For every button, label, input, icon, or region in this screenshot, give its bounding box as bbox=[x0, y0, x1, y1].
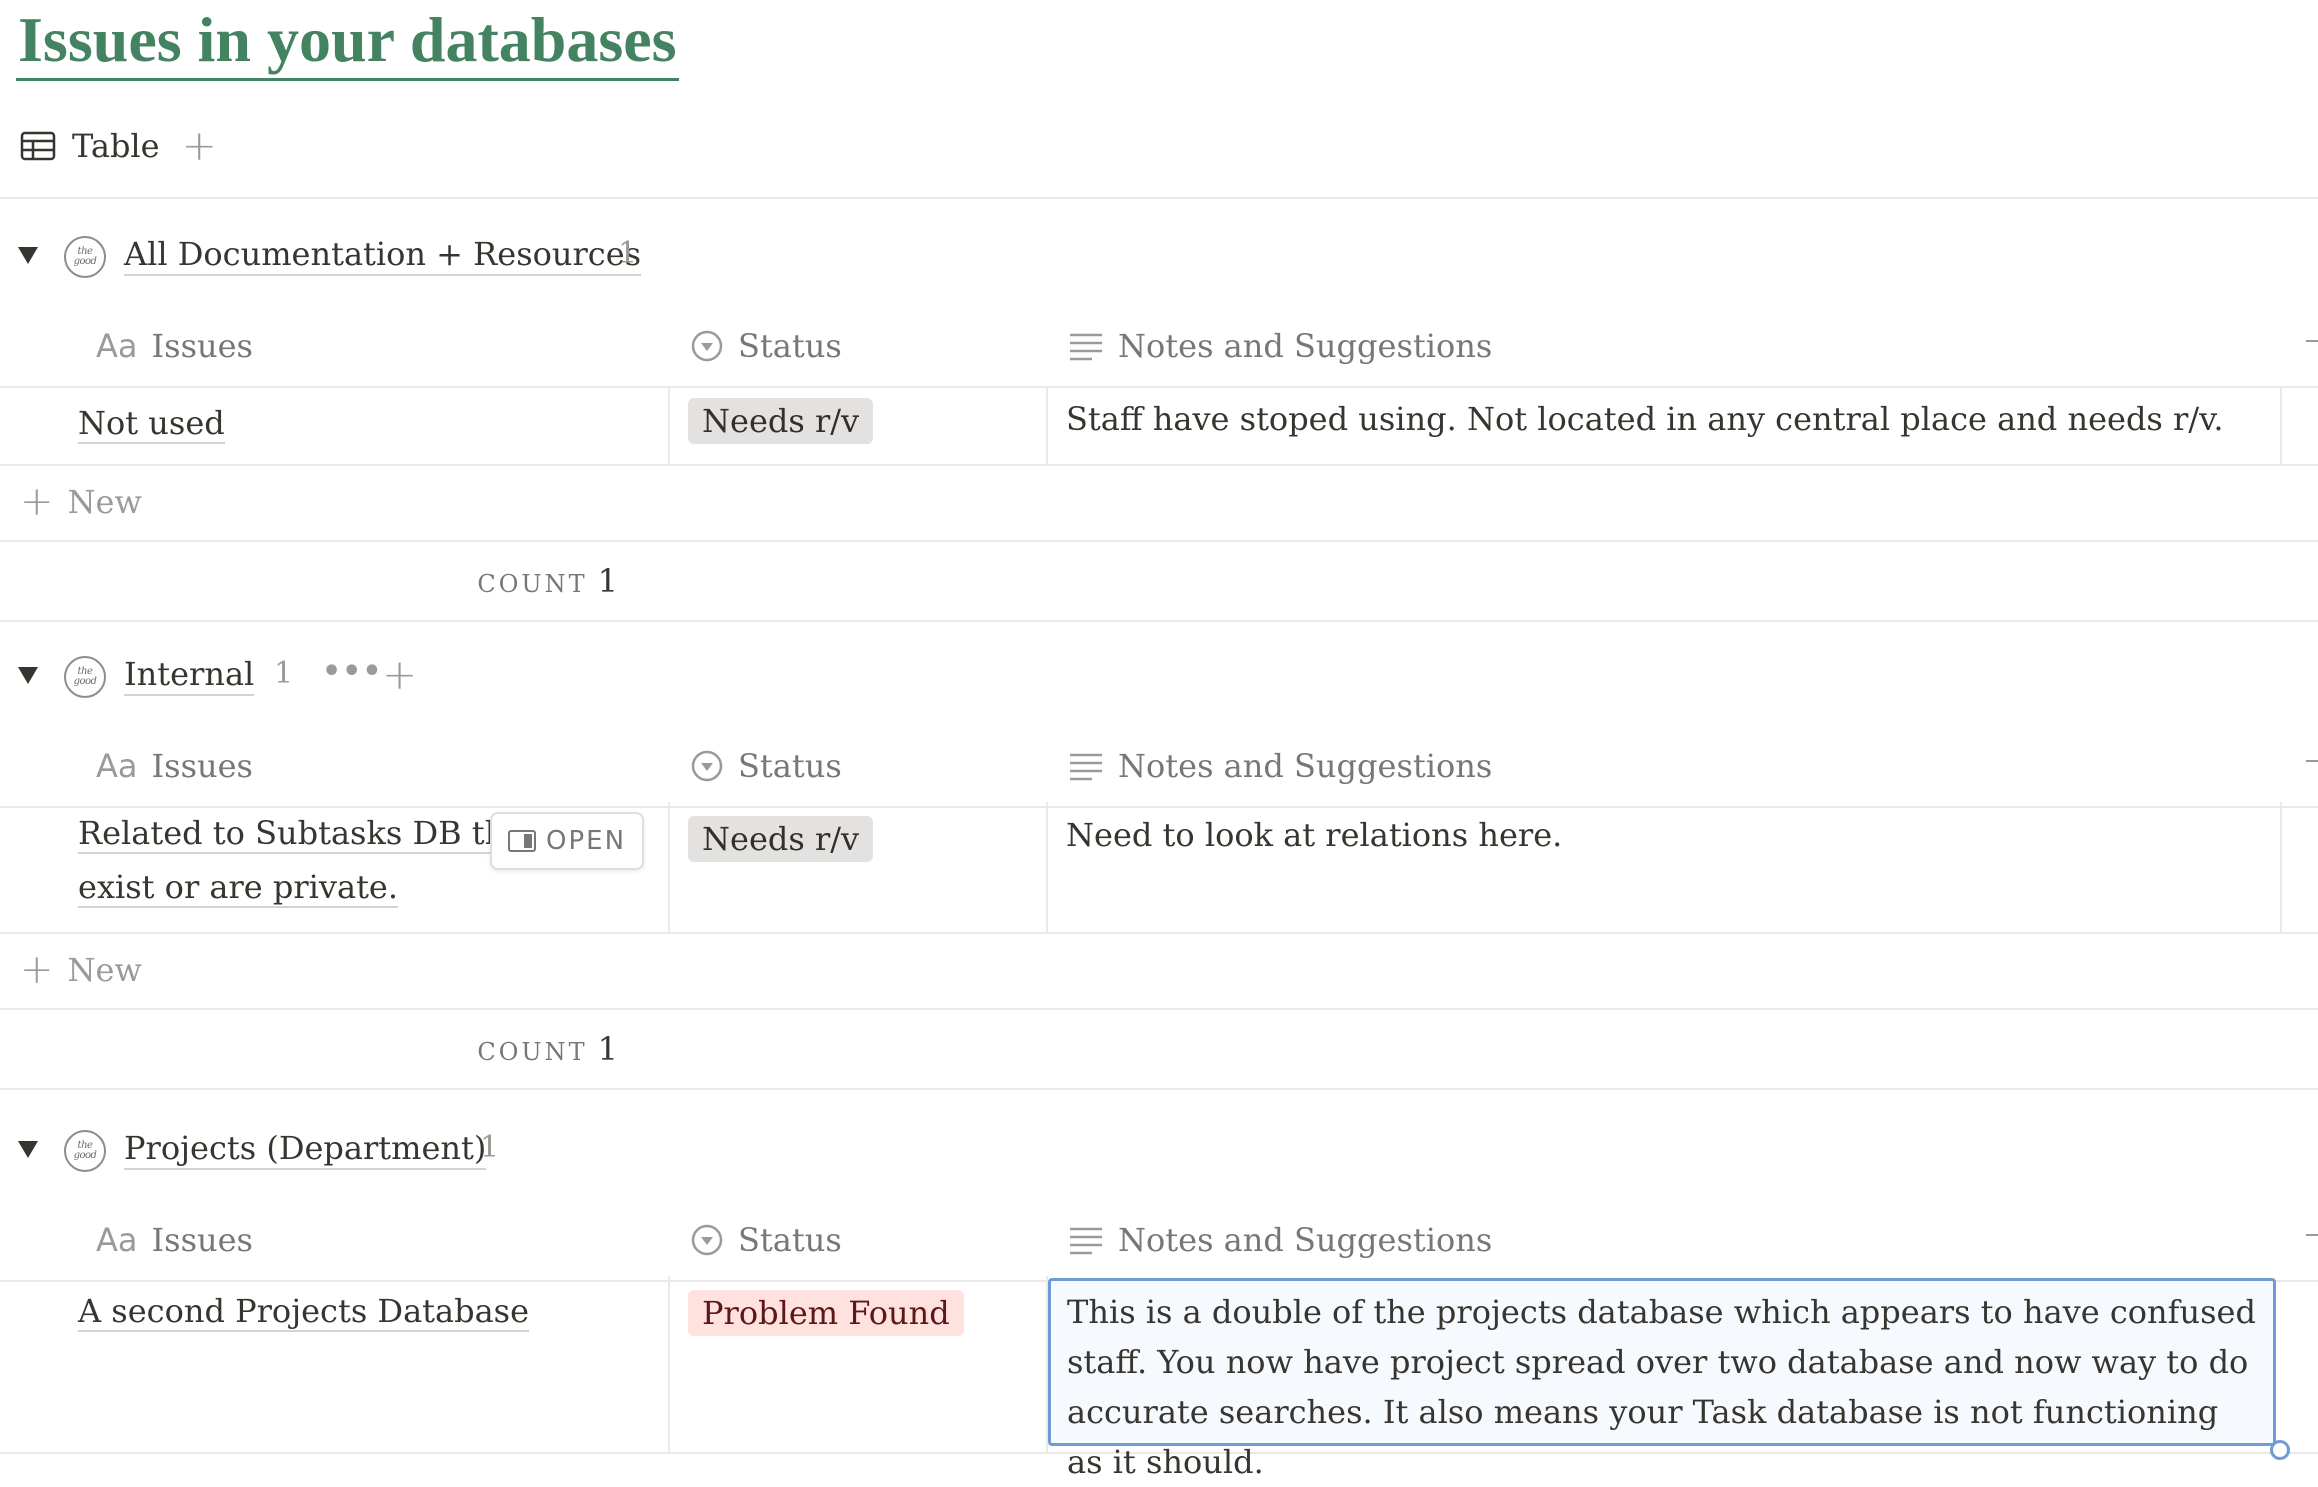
divider bbox=[0, 197, 2318, 199]
group-name[interactable]: Internal bbox=[124, 654, 255, 696]
triangle-down-icon[interactable] bbox=[18, 667, 38, 684]
new-row-button[interactable]: + New bbox=[0, 464, 2318, 542]
new-row-label: New bbox=[67, 483, 142, 521]
count-value: 1 bbox=[597, 562, 618, 600]
open-button[interactable]: OPEN bbox=[490, 812, 645, 870]
issue-title-line2[interactable]: exist or are private. bbox=[78, 868, 399, 908]
column-header-issues[interactable]: Aa Issues bbox=[96, 726, 253, 806]
column-edge bbox=[2306, 760, 2318, 762]
column-header-issues[interactable]: Aa Issues bbox=[96, 306, 253, 386]
group-header: the good Internal 1 ••• + bbox=[0, 648, 2318, 708]
new-row-label: New bbox=[67, 951, 142, 989]
table-header: Aa Issues Status Notes and Suggestions bbox=[0, 1200, 2318, 1282]
column-header-notes[interactable]: Notes and Suggestions bbox=[1068, 1200, 1492, 1280]
text-lines-icon bbox=[1070, 1227, 1102, 1255]
group-count: 1 bbox=[480, 1130, 500, 1165]
count-row[interactable]: COUNT 1 bbox=[0, 540, 2318, 622]
table-header: Aa Issues Status Notes and Suggestions bbox=[0, 726, 2318, 808]
text-lines-icon bbox=[1070, 753, 1102, 781]
table-row[interactable]: Related to Subtasks DB that d exist or a… bbox=[0, 802, 2318, 934]
group-name[interactable]: All Documentation + Resources bbox=[124, 234, 642, 276]
column-label: Issues bbox=[151, 747, 253, 785]
new-row-button[interactable]: + New bbox=[0, 932, 2318, 1010]
more-options-button[interactable]: ••• bbox=[322, 654, 383, 689]
table-row[interactable]: Not used Needs r/v Staff have stoped usi… bbox=[0, 386, 2318, 466]
column-divider bbox=[1046, 802, 1048, 932]
column-label: Notes and Suggestions bbox=[1118, 327, 1493, 365]
column-header-notes[interactable]: Notes and Suggestions bbox=[1068, 726, 1492, 806]
text-type-icon: Aa bbox=[96, 747, 138, 785]
add-view-button[interactable]: + bbox=[182, 125, 217, 167]
notes-cell[interactable]: Need to look at relations here. bbox=[1066, 810, 2266, 860]
view-bar: Table + bbox=[20, 118, 217, 174]
notes-cell-editing[interactable]: This is a double of the projects databas… bbox=[1048, 1278, 2276, 1481]
resize-handle[interactable] bbox=[2270, 1440, 2290, 1460]
group-header: the good All Documentation + Resources 1 bbox=[0, 228, 2318, 288]
plus-icon: + bbox=[20, 479, 54, 525]
column-divider bbox=[1046, 386, 1048, 464]
status-icon bbox=[691, 1224, 723, 1256]
column-header-status[interactable]: Status bbox=[690, 1200, 842, 1280]
thegood-logo-icon: the good bbox=[64, 236, 106, 278]
side-peek-icon bbox=[508, 830, 536, 852]
column-header-status[interactable]: Status bbox=[690, 306, 842, 386]
text-type-icon: Aa bbox=[96, 1221, 138, 1259]
notes-cell-text[interactable]: This is a double of the projects databas… bbox=[1067, 1287, 2263, 1487]
group-count: 1 bbox=[274, 656, 294, 691]
tab-table[interactable]: Table bbox=[20, 127, 160, 165]
triangle-down-icon[interactable] bbox=[18, 247, 38, 264]
column-divider bbox=[668, 386, 670, 464]
status-badge[interactable]: Needs r/v bbox=[688, 816, 874, 862]
table-header: Aa Issues Status Notes and Suggestions bbox=[0, 306, 2318, 388]
count-value: 1 bbox=[597, 1030, 618, 1068]
plus-icon: + bbox=[20, 947, 54, 993]
count-calculation[interactable]: COUNT 1 bbox=[477, 562, 618, 600]
column-edge bbox=[2306, 340, 2318, 342]
page-title[interactable]: Issues in your databases bbox=[16, 2, 679, 81]
tab-table-label: Table bbox=[72, 127, 160, 165]
column-divider bbox=[668, 1276, 670, 1452]
status-badge[interactable]: Problem Found bbox=[688, 1290, 964, 1336]
count-row[interactable]: COUNT 1 bbox=[0, 1008, 2318, 1090]
status-icon bbox=[691, 330, 723, 362]
group-header: the good Projects (Department) 1 bbox=[0, 1122, 2318, 1182]
column-header-issues[interactable]: Aa Issues bbox=[96, 1200, 253, 1280]
column-divider bbox=[668, 802, 670, 932]
count-label: COUNT bbox=[477, 570, 588, 598]
issue-cell[interactable]: Not used bbox=[78, 396, 658, 450]
notes-cell[interactable]: Staff have stoped using. Not located in … bbox=[1066, 394, 2266, 444]
column-label: Status bbox=[738, 747, 842, 785]
column-header-status[interactable]: Status bbox=[690, 726, 842, 806]
issue-title[interactable]: Not used bbox=[78, 404, 225, 444]
add-row-button[interactable]: + bbox=[382, 650, 417, 699]
group-name[interactable]: Projects (Department) bbox=[124, 1128, 487, 1170]
text-lines-icon bbox=[1070, 333, 1102, 361]
status-badge[interactable]: Needs r/v bbox=[688, 398, 874, 444]
column-header-notes[interactable]: Notes and Suggestions bbox=[1068, 306, 1492, 386]
column-divider bbox=[2280, 802, 2282, 932]
count-calculation[interactable]: COUNT 1 bbox=[477, 1030, 618, 1068]
column-divider bbox=[2280, 386, 2282, 464]
column-label: Notes and Suggestions bbox=[1118, 1221, 1493, 1259]
issue-title[interactable]: A second Projects Database bbox=[78, 1292, 530, 1332]
table-icon bbox=[20, 131, 56, 161]
group-count: 1 bbox=[618, 236, 638, 271]
thegood-logo-icon: the good bbox=[64, 1130, 106, 1172]
count-label: COUNT bbox=[477, 1038, 588, 1066]
column-label: Issues bbox=[151, 327, 253, 365]
column-label: Status bbox=[738, 1221, 842, 1259]
column-label: Status bbox=[738, 327, 842, 365]
issue-cell[interactable]: A second Projects Database bbox=[78, 1284, 658, 1338]
open-label: OPEN bbox=[546, 826, 627, 856]
text-type-icon: Aa bbox=[96, 327, 138, 365]
thegood-logo-icon: the good bbox=[64, 656, 106, 698]
triangle-down-icon[interactable] bbox=[18, 1141, 38, 1158]
column-edge bbox=[2306, 1234, 2318, 1236]
column-label: Issues bbox=[151, 1221, 253, 1259]
column-label: Notes and Suggestions bbox=[1118, 747, 1493, 785]
status-icon bbox=[691, 750, 723, 782]
